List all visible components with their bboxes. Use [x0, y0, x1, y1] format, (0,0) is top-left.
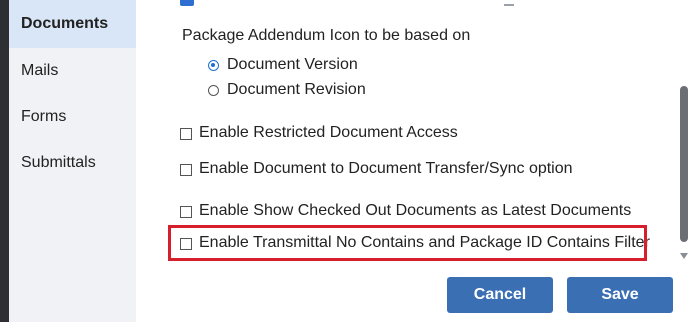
sidebar-item-label: Forms: [21, 108, 67, 125]
save-button[interactable]: Save: [567, 277, 673, 313]
sidebar-item-submittals[interactable]: Submittals: [9, 140, 136, 186]
scroll-down-arrow-icon[interactable]: [680, 253, 688, 259]
checkbox-checked-out-latest[interactable]: [180, 206, 192, 218]
sidebar-item-mails[interactable]: Mails: [9, 48, 136, 94]
left-border: [0, 0, 9, 322]
sidebar-item-label: Documents: [21, 15, 109, 32]
radio-document-revision[interactable]: [208, 85, 219, 96]
sidebar-item-label: Mails: [21, 62, 59, 79]
cancel-button-label: Cancel: [473, 286, 527, 303]
radio-document-version[interactable]: [208, 60, 219, 71]
partial-text: [504, 0, 514, 6]
partial-checkbox[interactable]: [180, 0, 194, 6]
radio-label-document-revision: Document Revision: [227, 81, 366, 98]
settings-panel: Package Addendum Icon to be based on Doc…: [136, 0, 677, 322]
sidebar-item-forms[interactable]: Forms: [9, 94, 136, 140]
scrollbar-thumb[interactable]: [680, 86, 688, 242]
checkbox-restricted-access[interactable]: [180, 128, 192, 140]
radio-label-document-version: Document Version: [227, 56, 358, 73]
cancel-button[interactable]: Cancel: [447, 277, 553, 313]
sidebar-item-label: Submittals: [21, 154, 96, 171]
checkbox-label-restricted-access: Enable Restricted Document Access: [199, 124, 458, 141]
sidebar: Documents Mails Forms Submittals: [9, 0, 136, 322]
save-button-label: Save: [601, 286, 639, 303]
sidebar-item-documents[interactable]: Documents: [9, 0, 136, 48]
checkbox-transfer-sync[interactable]: [180, 164, 192, 176]
addendum-heading: Package Addendum Icon to be based on: [182, 27, 471, 44]
highlight-box: [168, 225, 647, 261]
checkbox-label-transfer-sync: Enable Document to Document Transfer/Syn…: [199, 160, 573, 177]
checkbox-label-checked-out-latest: Enable Show Checked Out Documents as Lat…: [199, 202, 632, 219]
